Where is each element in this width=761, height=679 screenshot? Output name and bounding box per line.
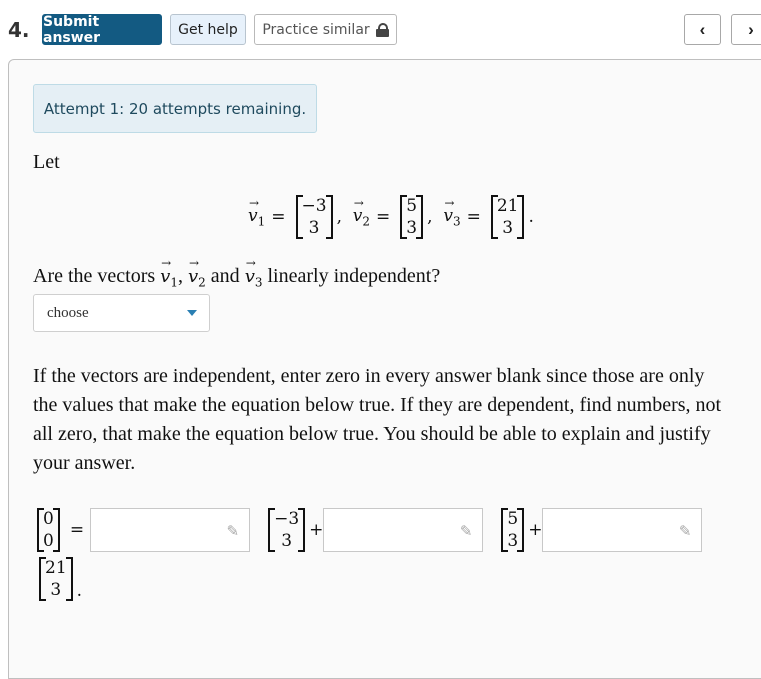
previous-question-button[interactable]: ‹ [684, 14, 721, 45]
attempt-notice: Attempt 1: 20 attempts remaining. [33, 84, 317, 133]
chevron-left-icon: ‹ [699, 19, 706, 39]
chevron-right-icon: › [748, 19, 754, 39]
practice-similar-label: Practice similar [262, 21, 370, 38]
pencil-icon: ✎ [678, 522, 692, 540]
lock-icon [375, 22, 389, 37]
question-text: Are the vectors → v1, → v2 and → v3 linearl… [33, 256, 441, 290]
question-number: 4. [8, 18, 30, 42]
term-vector-3: 21 3 [39, 557, 73, 601]
equation-row: 00 = ✎ −3 3 + ✎ 53 + ✎ [33, 508, 703, 552]
vector-v1-label: → v1 [248, 195, 266, 229]
pencil-icon: ✎ [226, 522, 240, 540]
submit-answer-button[interactable]: Submit answer [42, 14, 162, 46]
answer-input-3[interactable]: ✎ [542, 508, 703, 552]
vector-v3-label: → v3 [443, 195, 461, 229]
independence-select[interactable]: choose [33, 294, 210, 332]
pencil-icon: ✎ [459, 522, 473, 540]
answer-input-2[interactable]: ✎ [323, 508, 484, 552]
next-question-button[interactable]: › [731, 14, 761, 45]
vector-definitions: → v1 = −3 3 , → v2 = 53 , → v3 = 21 3 . [248, 195, 534, 239]
vector-v2-label: → v2 [352, 195, 371, 229]
select-value: choose [47, 304, 89, 321]
term-vector-3-row: 21 3 . [35, 557, 82, 601]
term-vector-1: −3 3 [268, 508, 306, 552]
zero-vector: 00 [37, 508, 60, 552]
caret-down-icon [187, 310, 197, 316]
term-vector-2: 53 [501, 508, 525, 552]
vector-v2-matrix: 53 [400, 195, 424, 239]
answer-input-1[interactable]: ✎ [90, 508, 251, 552]
get-help-button[interactable]: Get help [170, 14, 246, 45]
vector-v1-matrix: −3 3 [295, 195, 333, 239]
instructions-text: If the vectors are independent, enter ze… [33, 365, 722, 474]
intro-text: Let [33, 151, 60, 173]
vector-v3-matrix: 21 3 [490, 195, 525, 239]
practice-similar-button[interactable]: Practice similar [254, 14, 397, 45]
